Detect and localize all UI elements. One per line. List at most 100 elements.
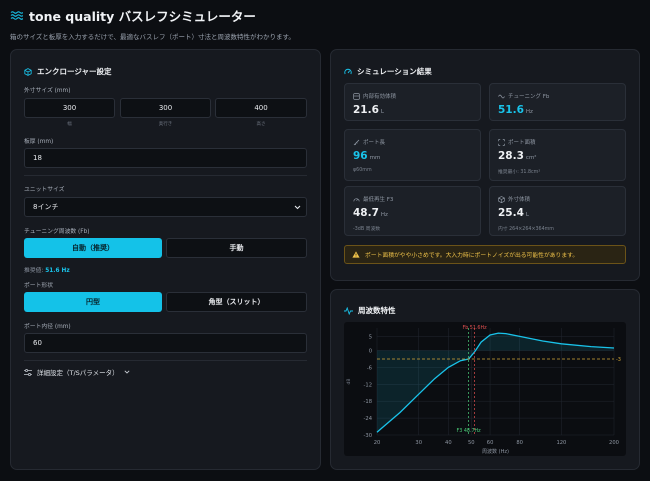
app-header: tone quality バスレフシミュレーター 箱のサイズと板厚を入力するだけ… bbox=[10, 6, 295, 41]
result-card-label: 外寸体積 bbox=[498, 195, 530, 203]
x-axis-label: 周波数 (Hz) bbox=[482, 448, 509, 455]
recommend-value: 51.6 Hz bbox=[45, 268, 70, 274]
port-diameter-input[interactable]: 60 bbox=[24, 333, 307, 353]
frequency-chart: 50-6-12-18-24-3020 30 40 50 60 80 120 200周波数 (H… bbox=[344, 322, 626, 456]
result-card: ポート面積 28.3 cm² 推奨最小: 31.8cm² bbox=[489, 129, 626, 181]
unit-size-value: 8インチ bbox=[33, 203, 59, 211]
app-subtitle: 箱のサイズと板厚を入力するだけで、最適なバスレフ（ポート）寸法と周波数特性がわか… bbox=[10, 33, 295, 41]
result-card-label-text: チューニング Fb bbox=[508, 94, 550, 100]
x-tick-label: 80 bbox=[516, 440, 523, 446]
frequency-title-text: 周波数特性 bbox=[358, 306, 396, 315]
marker-label: Fb 51.6Hz bbox=[462, 325, 487, 331]
result-card-unit: Hz bbox=[380, 212, 388, 218]
result-card: 外寸体積 25.4 L 内寸 264×264×364mm bbox=[489, 186, 626, 236]
result-card-label-text: ポート長 bbox=[363, 140, 386, 146]
result-card: ポート長 96 mm φ60mm bbox=[344, 129, 481, 181]
result-card-number: 21.6 bbox=[353, 104, 379, 116]
recommend-prefix: 推奨値: bbox=[24, 268, 44, 274]
result-card-label: 最低再生 F3 bbox=[353, 195, 393, 203]
box-icon bbox=[353, 92, 360, 100]
y-tick-label: -24 bbox=[364, 416, 373, 422]
recommend-hint: 推奨値: 51.6 Hz bbox=[24, 265, 70, 274]
result-card: チューニング Fb 51.6 Hz bbox=[489, 83, 626, 121]
unit-size-label: ユニットサイズ bbox=[24, 187, 65, 193]
y-tick-label: -12 bbox=[364, 382, 372, 388]
result-card-number: 51.6 bbox=[498, 104, 524, 116]
gauge-icon bbox=[344, 68, 352, 74]
result-card-label: 内部有効体積 bbox=[353, 92, 396, 100]
frequency-panel-title: 周波数特性 bbox=[344, 305, 396, 316]
result-card: 内部有効体積 21.6 L bbox=[344, 83, 481, 121]
cube-icon bbox=[24, 67, 32, 76]
y-tick-label: 5 bbox=[369, 334, 372, 340]
width-caption: 幅 bbox=[67, 122, 72, 127]
divider bbox=[24, 175, 307, 176]
result-card-number: 96 bbox=[353, 150, 368, 162]
advanced-settings-toggle[interactable]: 詳細設定（T/Sパラメータ） bbox=[24, 367, 130, 377]
result-card-label-text: 内部有効体積 bbox=[363, 94, 397, 100]
result-card-value: 48.7 Hz bbox=[353, 207, 388, 219]
port-round-button[interactable]: 円型 bbox=[24, 292, 162, 312]
port-slot-button[interactable]: 角型（スリット） bbox=[166, 292, 307, 312]
depth-caption: 奥行き bbox=[158, 122, 173, 127]
y-tick-label: 0 bbox=[369, 349, 372, 355]
y-tick-label: -18 bbox=[364, 399, 372, 405]
tuning-label: チューニング周波数 (Fb) bbox=[24, 229, 90, 235]
thickness-label: 板厚 (mm) bbox=[24, 139, 54, 145]
port-warning-text: ポート面積がやや小さめです。大入力時にポートノイズが出る可能性があります。 bbox=[365, 253, 579, 259]
result-card-label: ポート面積 bbox=[498, 138, 536, 146]
result-card-unit: L bbox=[380, 109, 384, 115]
width-input[interactable]: 300 bbox=[24, 98, 115, 118]
result-card-unit: L bbox=[525, 212, 529, 218]
y-tick-label: -30 bbox=[364, 433, 372, 439]
result-card-sub: -3dB 周波数 bbox=[353, 227, 381, 232]
waves-icon bbox=[10, 11, 23, 20]
height-input[interactable]: 400 bbox=[215, 98, 307, 118]
advanced-settings-label: 詳細設定（T/Sパラメータ） bbox=[37, 369, 119, 377]
port-warning: ポート面積がやや小さめです。大入力時にポートノイズが出る可能性があります。 bbox=[344, 245, 626, 264]
sliders-icon bbox=[24, 368, 32, 376]
result-card-value: 21.6 L bbox=[353, 104, 384, 116]
result-card-label-text: 外寸体積 bbox=[508, 197, 531, 203]
result-card-sub: φ60mm bbox=[353, 168, 372, 173]
gauge-icon bbox=[353, 197, 360, 201]
tuning-auto-button[interactable]: 自動（推奨） bbox=[24, 238, 162, 258]
y-axis-label: dB bbox=[346, 379, 352, 385]
x-tick-label: 40 bbox=[445, 440, 452, 446]
enclosure-panel-title: エンクロージャー設定 bbox=[24, 66, 111, 77]
area-icon bbox=[498, 138, 505, 146]
result-card-label: ポート長 bbox=[353, 138, 385, 146]
result-card: 最低再生 F3 48.7 Hz -3dB 周波数 bbox=[344, 186, 481, 236]
result-card-number: 25.4 bbox=[498, 207, 524, 219]
depth-input[interactable]: 300 bbox=[120, 98, 211, 118]
pulse-icon bbox=[344, 306, 353, 315]
x-tick-label: 200 bbox=[609, 440, 619, 446]
y-tick-label: -6 bbox=[367, 365, 372, 371]
marker-label: F3 48.7Hz bbox=[457, 428, 482, 434]
tuning-manual-button[interactable]: 手動 bbox=[166, 238, 307, 258]
results-title-text: シミュレーション結果 bbox=[357, 67, 432, 76]
result-card-label-text: 最低再生 F3 bbox=[363, 197, 394, 203]
result-card-value: 25.4 L bbox=[498, 207, 529, 219]
x-tick-label: 60 bbox=[487, 440, 494, 446]
x-tick-label: 20 bbox=[374, 440, 381, 446]
cube-icon bbox=[498, 195, 505, 203]
result-card-number: 28.3 bbox=[498, 150, 524, 162]
app-title-row: tone quality バスレフシミュレーター bbox=[10, 6, 295, 25]
x-tick-label: 50 bbox=[468, 440, 475, 446]
wave-icon bbox=[498, 94, 505, 98]
x-tick-label: 30 bbox=[415, 440, 422, 446]
result-card-unit: cm² bbox=[525, 155, 537, 161]
divider bbox=[24, 360, 307, 361]
warning-icon bbox=[352, 251, 360, 258]
result-card-sub: 内寸 264×264×364mm bbox=[498, 227, 554, 232]
chevron-down-icon bbox=[294, 205, 301, 210]
unit-size-select[interactable]: 8インチ bbox=[24, 197, 307, 217]
enclosure-title-text: エンクロージャー設定 bbox=[37, 67, 112, 76]
result-card-value: 28.3 cm² bbox=[498, 150, 537, 162]
port-diameter-label: ポート内径 (mm) bbox=[24, 324, 71, 330]
thickness-input[interactable]: 18 bbox=[24, 148, 307, 168]
result-card-number: 48.7 bbox=[353, 207, 379, 219]
ruler-icon bbox=[353, 139, 360, 145]
result-card-sub: 推奨最小: 31.8cm² bbox=[498, 170, 541, 175]
